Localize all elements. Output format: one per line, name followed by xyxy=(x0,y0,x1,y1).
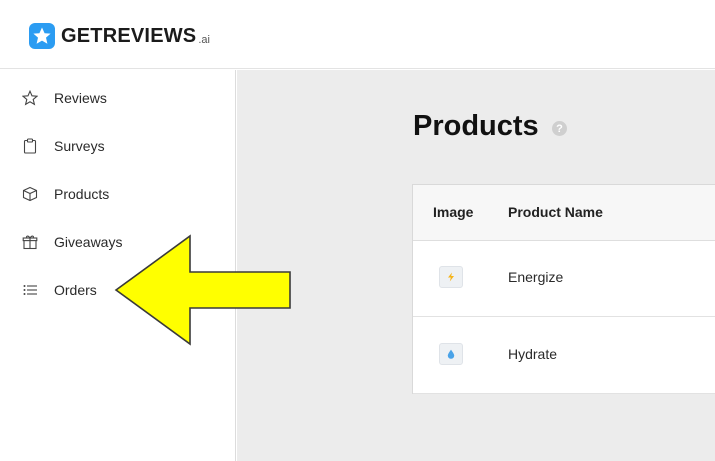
logo-star-icon xyxy=(29,23,55,49)
product-name[interactable]: Energize xyxy=(508,269,563,285)
sidebar-item-label: Orders xyxy=(54,282,97,298)
table-header: Image Product Name xyxy=(413,185,715,241)
page-title: Products xyxy=(413,110,539,142)
star-icon xyxy=(21,89,39,107)
lightning-icon xyxy=(448,272,454,282)
box-icon xyxy=(21,185,39,203)
products-table: Image Product Name Energize Hydrate xyxy=(412,184,715,394)
column-header-image[interactable]: Image xyxy=(433,204,473,220)
gift-icon xyxy=(21,233,39,251)
sidebar-item-products[interactable]: Products xyxy=(0,174,235,214)
sidebar-item-reviews[interactable]: Reviews xyxy=(0,78,235,118)
product-thumbnail[interactable] xyxy=(439,266,463,288)
product-thumbnail[interactable] xyxy=(439,343,463,365)
droplet-icon xyxy=(447,349,455,359)
table-row[interactable]: Energize xyxy=(413,240,715,317)
sidebar-item-label: Reviews xyxy=(54,90,107,106)
sidebar-item-label: Surveys xyxy=(54,138,105,154)
brand-logo[interactable]: GETREVIEWS .ai xyxy=(29,22,210,50)
annotation-arrow-icon xyxy=(114,234,291,346)
brand-name: GETREVIEWS xyxy=(61,24,197,47)
list-icon xyxy=(21,281,39,299)
clipboard-icon xyxy=(21,137,39,155)
sidebar-item-surveys[interactable]: Surveys xyxy=(0,126,235,166)
top-bar: GETREVIEWS .ai xyxy=(0,0,715,69)
column-header-product-name[interactable]: Product Name xyxy=(508,204,603,220)
table-row[interactable]: Hydrate xyxy=(413,317,715,394)
product-name[interactable]: Hydrate xyxy=(508,346,557,362)
brand-suffix: .ai xyxy=(198,34,210,46)
help-icon[interactable]: ? xyxy=(552,121,567,136)
main-content: Products ? Image Product Name Energize H… xyxy=(237,70,715,461)
sidebar-item-label: Products xyxy=(54,186,110,202)
